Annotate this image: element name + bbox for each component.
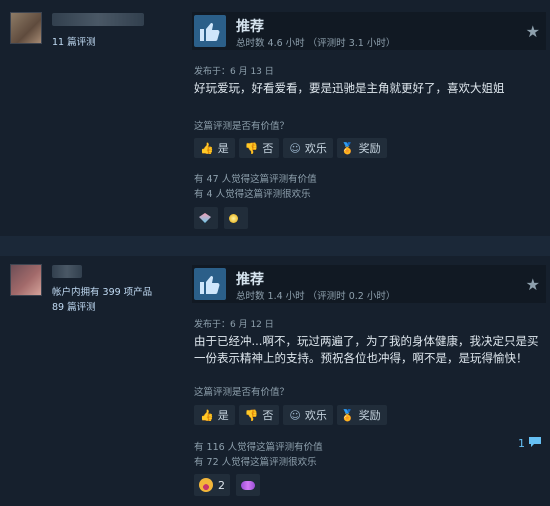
recommendation-label[interactable]: 推荐 bbox=[236, 269, 264, 289]
smiley-icon: ☺ bbox=[289, 141, 301, 155]
author-review-count[interactable]: 11 篇评测 bbox=[52, 34, 96, 48]
recommendation-box: 推荐 总时数 4.6 小时 （评测时 3.1 小时） ★ bbox=[192, 12, 546, 50]
vote-buttons: 👍 是 👎 否 ☺ 欢乐 🏅 奖励 bbox=[194, 138, 387, 158]
vote-no-button[interactable]: 👎 否 bbox=[238, 138, 280, 158]
helpful-count: 有 47 人觉得这篇评测有价值 bbox=[194, 174, 317, 185]
award-ribbon-icon: 🏅 bbox=[340, 408, 355, 422]
laughing-face-award-icon bbox=[199, 478, 213, 492]
gem-award-icon bbox=[199, 213, 211, 223]
speech-bubble-icon bbox=[528, 436, 542, 451]
avatar[interactable] bbox=[10, 264, 42, 296]
products-owned[interactable]: 帐户内拥有 399 项产品 bbox=[52, 284, 152, 298]
review-card: 帐户内拥有 399 项产品 89 篇评测 推荐 总时数 1.4 小时 （评测时 … bbox=[0, 256, 550, 506]
avatar[interactable] bbox=[10, 12, 42, 44]
author-review-count[interactable]: 89 篇评测 bbox=[52, 299, 96, 313]
award-badge[interactable] bbox=[236, 474, 260, 496]
thumbs-up-icon: 👍 bbox=[200, 408, 214, 422]
sun-award-icon bbox=[229, 213, 238, 223]
thumbs-down-icon: 👎 bbox=[244, 408, 259, 422]
comment-count[interactable]: 1 bbox=[518, 436, 542, 451]
posted-date: 发布于：6 月 13 日 bbox=[194, 67, 274, 77]
award-badge[interactable] bbox=[194, 207, 218, 229]
smiley-icon: ☺ bbox=[289, 408, 301, 422]
review-separator bbox=[0, 236, 550, 256]
award-button[interactable]: 🏅 奖励 bbox=[336, 405, 387, 425]
thumbs-up-icon: 👍 bbox=[200, 141, 214, 155]
review-body: 好玩爱玩，好看爱看，要是迅驰是主角就更好了，喜欢大姐姐 bbox=[194, 81, 505, 95]
funny-count: 有 4 人觉得这篇评测很欢乐 bbox=[194, 189, 311, 200]
vote-no-button[interactable]: 👎 否 bbox=[238, 405, 280, 425]
helpful-count: 有 116 人觉得这篇评测有价值 bbox=[194, 442, 323, 453]
vote-buttons: 👍 是 👎 否 ☺ 欢乐 🏅 奖励 bbox=[194, 405, 387, 425]
vote-yes-button[interactable]: 👍 是 bbox=[194, 138, 235, 158]
posted-date: 发布于：6 月 12 日 bbox=[194, 320, 274, 330]
thumbs-up-icon bbox=[194, 268, 226, 300]
star-icon[interactable]: ★ bbox=[526, 275, 540, 294]
author-name-blurred[interactable] bbox=[52, 13, 144, 26]
helpful-question: 这篇评测是否有价值？ bbox=[194, 387, 290, 398]
helpful-question: 这篇评测是否有价值？ bbox=[194, 121, 290, 132]
vote-yes-button[interactable]: 👍 是 bbox=[194, 405, 235, 425]
thumbs-down-icon: 👎 bbox=[244, 141, 259, 155]
award-ribbon-icon: 🏅 bbox=[340, 141, 355, 155]
award-badge[interactable]: 2 bbox=[194, 474, 230, 496]
star-icon[interactable]: ★ bbox=[526, 22, 540, 41]
vote-funny-button[interactable]: ☺ 欢乐 bbox=[283, 405, 333, 425]
playtime: 总时数 4.6 小时 （评测时 3.1 小时） bbox=[236, 38, 396, 49]
author-name-blurred[interactable] bbox=[52, 265, 82, 278]
recommendation-box: 推荐 总时数 1.4 小时 （评测时 0.2 小时） ★ bbox=[192, 265, 546, 303]
playtime: 总时数 1.4 小时 （评测时 0.2 小时） bbox=[236, 291, 396, 302]
review-card: 11 篇评测 推荐 总时数 4.6 小时 （评测时 3.1 小时） ★ 发布于：… bbox=[0, 0, 550, 236]
award-list: 2 bbox=[194, 474, 260, 496]
recommendation-label[interactable]: 推荐 bbox=[236, 16, 264, 36]
vote-funny-button[interactable]: ☺ 欢乐 bbox=[283, 138, 333, 158]
award-button[interactable]: 🏅 奖励 bbox=[336, 138, 387, 158]
award-list bbox=[194, 207, 248, 229]
candy-award-icon bbox=[241, 480, 255, 490]
award-badge[interactable] bbox=[224, 207, 248, 229]
funny-count: 有 72 人觉得这篇评测很欢乐 bbox=[194, 457, 317, 468]
review-body: 由于已经冲...啊不，玩过两遍了，为了我的身体健康，我决定只是买一份表示精神上的… bbox=[194, 334, 539, 365]
thumbs-up-icon bbox=[194, 15, 226, 47]
